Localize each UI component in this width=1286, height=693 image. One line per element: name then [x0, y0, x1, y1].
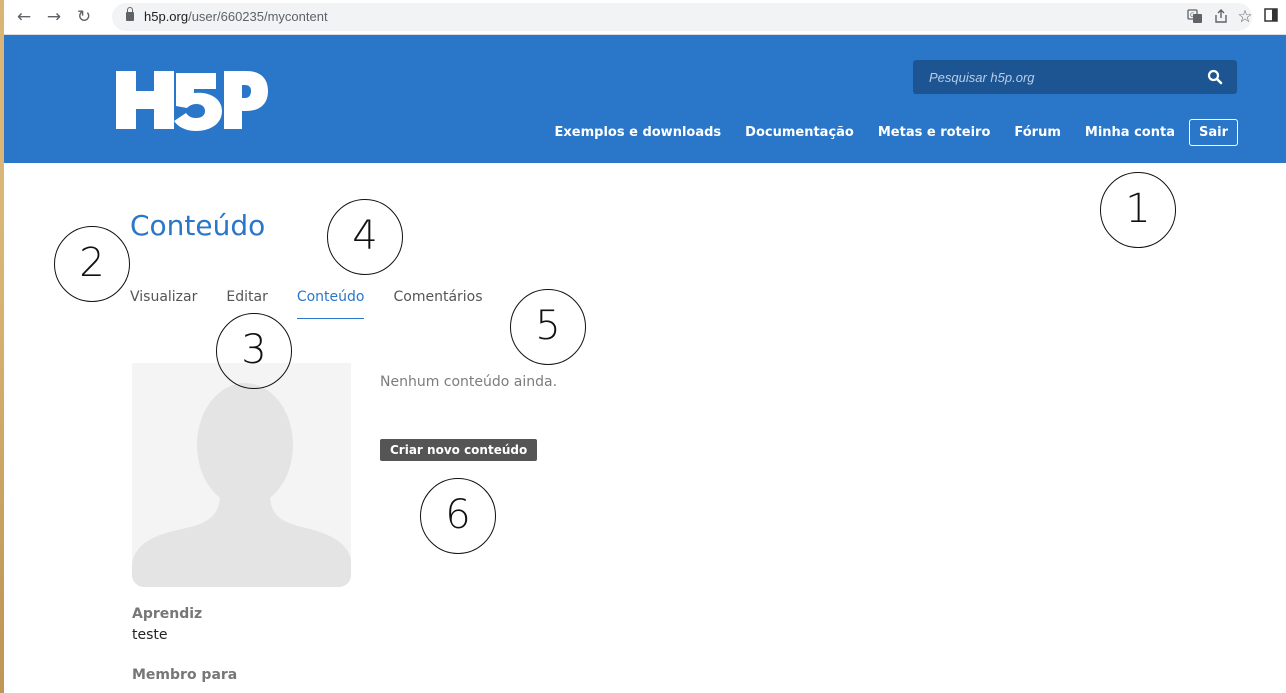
nav-item-minha-conta[interactable]: Minha conta [1085, 125, 1175, 140]
callout-6: 6 [420, 478, 496, 554]
nav-item-documentacao[interactable]: Documentação [745, 125, 854, 140]
search-box [913, 60, 1237, 94]
lock-icon[interactable] [126, 7, 134, 21]
h5p-logo[interactable] [114, 67, 270, 131]
site-header: Exemplos e downloads Documentação Metas … [4, 35, 1286, 163]
sidepanel-icon[interactable] [1262, 8, 1280, 26]
browser-toolbar: ← → ↻ h5p.org/user/660235/mycontent G ☆ [4, 0, 1286, 35]
h5p-logo-mark [116, 71, 268, 131]
logout-button[interactable]: Sair [1188, 118, 1238, 146]
translate-icon[interactable]: G [1186, 8, 1204, 26]
callout-5: 5 [510, 289, 586, 365]
profile-member-label: Membro para [132, 667, 238, 683]
create-content-button[interactable]: Criar novo conteúdo [380, 439, 538, 461]
browser-window: ← → ↻ h5p.org/user/660235/mycontent G ☆ [4, 0, 1286, 693]
share-icon[interactable] [1212, 8, 1230, 26]
back-icon[interactable]: ← [14, 7, 34, 27]
nav-item-exemplos[interactable]: Exemplos e downloads [555, 125, 722, 140]
tab-conteudo[interactable]: Conteúdo [296, 287, 365, 319]
star-icon[interactable]: ☆ [1236, 8, 1254, 26]
nav-item-metas[interactable]: Metas e roteiro [878, 125, 991, 140]
content-tabs: Visualizar Editar Conteúdo Comentários [130, 287, 512, 319]
callout-2: 2 [54, 226, 130, 302]
callout-1: 1 [1100, 172, 1176, 248]
nav-item-forum[interactable]: Fórum [1014, 125, 1061, 140]
page-title: Conteúdo [130, 209, 266, 242]
address-bar[interactable]: h5p.org/user/660235/mycontent [112, 3, 1252, 31]
profile-role-label: Aprendiz [132, 606, 203, 622]
avatar-silhouette-icon [132, 383, 351, 587]
callout-3: 3 [216, 313, 292, 389]
tab-comentarios[interactable]: Comentários [393, 287, 482, 319]
reload-icon[interactable]: ↻ [74, 7, 94, 27]
url-text[interactable]: h5p.org/user/660235/mycontent [144, 9, 328, 24]
svg-text:G: G [1190, 12, 1195, 19]
search-icon[interactable] [1207, 69, 1223, 85]
search-input[interactable] [913, 60, 1193, 94]
profile-name: teste [132, 627, 168, 643]
empty-content-message: Nenhum conteúdo ainda. [380, 374, 558, 390]
forward-icon[interactable]: → [44, 7, 64, 27]
callout-4: 4 [327, 199, 403, 275]
tab-visualizar[interactable]: Visualizar [130, 287, 197, 319]
avatar [132, 363, 351, 587]
main-nav: Exemplos e downloads Documentação Metas … [531, 117, 1238, 147]
